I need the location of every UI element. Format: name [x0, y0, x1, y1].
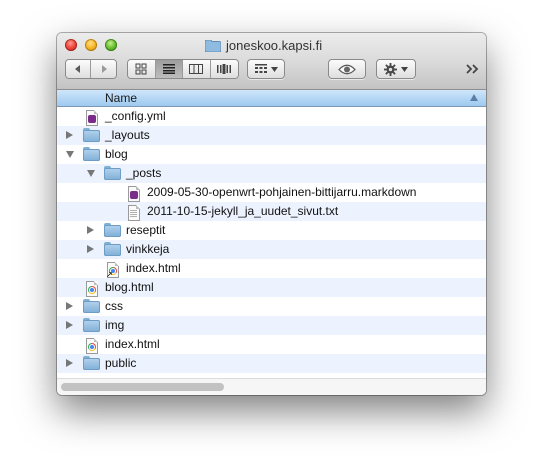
scrollbar-thumb[interactable] — [61, 383, 224, 391]
chevron-down-icon — [270, 66, 278, 72]
folder-row[interactable]: img — [57, 316, 486, 335]
file-row[interactable]: index.html — [57, 335, 486, 354]
disclosure-collapsed-icon[interactable] — [87, 245, 94, 253]
item-name: index.html — [105, 337, 160, 351]
folder-row[interactable]: reseptit — [57, 221, 486, 240]
disclosure-collapsed-icon[interactable] — [66, 359, 73, 367]
back-button[interactable] — [66, 60, 91, 78]
disclosure-collapsed-icon[interactable] — [87, 226, 94, 234]
html-alias-icon: ↗ — [104, 261, 121, 279]
folder-row[interactable]: vinkkeja — [57, 240, 486, 259]
item-name: index.html — [126, 261, 181, 275]
text-file-icon — [83, 109, 100, 126]
quick-look-button[interactable] — [328, 59, 366, 79]
disclosure-collapsed-icon[interactable] — [66, 302, 73, 310]
name-column-header[interactable]: Name — [57, 90, 486, 107]
item-name: img — [105, 318, 125, 332]
close-button[interactable] — [65, 39, 77, 51]
action-button[interactable] — [376, 59, 416, 79]
folder-icon — [204, 39, 222, 53]
item-name: 2011-10-15-jekyll_ja_uudet_sivut.txt — [147, 204, 339, 218]
folder-icon — [104, 223, 121, 238]
sort-ascending-icon — [470, 94, 478, 101]
cover-flow-button[interactable] — [210, 60, 238, 78]
title-bar[interactable]: joneskoo.kapsi.fi — [57, 33, 486, 90]
folder-row[interactable]: public — [57, 354, 486, 373]
toolbar-overflow-icon[interactable] — [465, 63, 481, 75]
item-name: blog — [105, 147, 128, 161]
file-row[interactable]: blog.html — [57, 278, 486, 297]
item-name: 2009-05-30-openwrt-pohjainen-bittijarru.… — [147, 185, 417, 199]
item-name: reseptit — [126, 223, 166, 237]
folder-row[interactable]: css — [57, 297, 486, 316]
html-file-icon — [83, 280, 100, 297]
markdown-file-icon — [125, 185, 142, 202]
item-name: blog.html — [105, 280, 154, 294]
item-name: css — [105, 299, 123, 313]
folder-icon — [83, 128, 100, 143]
item-name: _posts — [126, 166, 162, 180]
back-arrow-icon — [75, 65, 80, 73]
file-row[interactable]: 2011-10-15-jekyll_ja_uudet_sivut.txt — [57, 202, 486, 221]
icon-view-icon — [135, 63, 147, 75]
folder-icon — [83, 299, 100, 314]
list-view-icon — [162, 64, 175, 74]
file-row[interactable]: _config.yml — [57, 107, 486, 126]
finder-window: joneskoo.kapsi.fi Name _config.yml _layo… — [57, 33, 486, 395]
cover-flow-icon — [217, 64, 232, 74]
file-list: _config.yml _layoutsblog _posts 2009-05-30-… — [57, 107, 486, 392]
view-mode-control — [127, 59, 239, 79]
arrange-button[interactable] — [247, 59, 285, 79]
zoom-button[interactable] — [105, 39, 117, 51]
forward-button[interactable] — [91, 60, 116, 78]
folder-icon — [83, 147, 100, 162]
folder-icon — [83, 356, 100, 371]
minimize-button[interactable] — [85, 39, 97, 51]
chevron-down-icon — [401, 66, 408, 72]
eye-icon — [338, 64, 356, 74]
file-row[interactable]: 2009-05-30-openwrt-pohjainen-bittijarru.… — [57, 183, 486, 202]
disclosure-collapsed-icon[interactable] — [66, 131, 73, 139]
disclosure-expanded-icon[interactable] — [66, 151, 74, 158]
file-row[interactable]: ↗ index.html — [57, 259, 486, 279]
window-title-text: joneskoo.kapsi.fi — [226, 37, 323, 53]
column-view-icon — [189, 64, 204, 74]
column-view-button[interactable] — [183, 60, 211, 78]
disclosure-collapsed-icon[interactable] — [66, 321, 73, 329]
folder-row[interactable]: _posts — [57, 164, 486, 183]
item-name: _layouts — [105, 128, 150, 142]
text-file-icon — [125, 204, 142, 221]
back-forward-control — [65, 59, 117, 79]
icon-view-button[interactable] — [128, 60, 156, 78]
item-name: public — [105, 356, 137, 370]
forward-arrow-icon — [101, 65, 107, 73]
gear-icon — [384, 62, 397, 76]
window-title: joneskoo.kapsi.fi — [204, 37, 323, 53]
item-name: _config.yml — [105, 109, 166, 123]
list-view-button[interactable] — [155, 60, 183, 78]
folder-icon — [104, 166, 121, 181]
folder-row[interactable]: blog — [57, 145, 486, 164]
folder-icon — [104, 242, 121, 257]
folder-row[interactable]: _layouts — [57, 126, 486, 145]
html-file-icon — [83, 337, 100, 354]
folder-icon — [83, 318, 100, 333]
horizontal-scrollbar[interactable] — [57, 378, 486, 395]
arrange-grid-icon — [254, 64, 267, 73]
name-column-label: Name — [105, 91, 138, 105]
item-name: vinkkeja — [126, 242, 170, 256]
disclosure-expanded-icon[interactable] — [87, 170, 95, 177]
